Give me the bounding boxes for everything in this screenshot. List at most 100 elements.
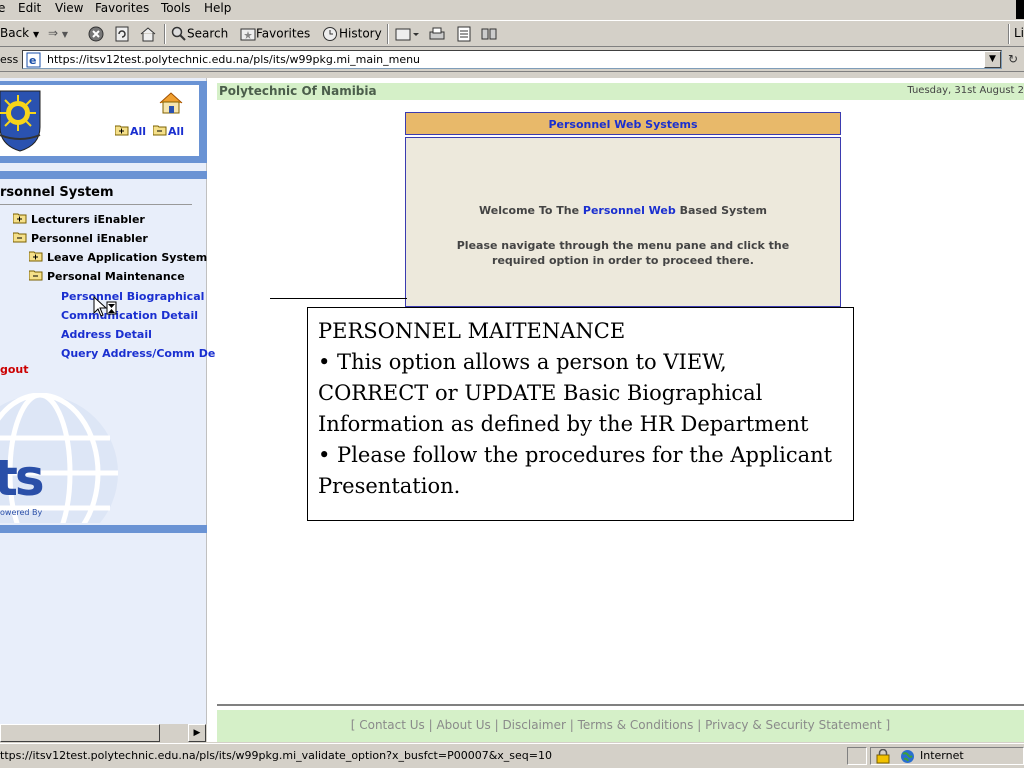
link-communication-detail[interactable]: Communication Detail [61,309,198,322]
stop-button[interactable] [88,26,104,42]
dropdown-arrow-icon: ▼ [61,30,69,39]
menu-edit[interactable]: Edit [18,1,41,15]
welcome-message: Welcome To The Personnel Web Based Syste… [406,204,840,217]
favorites-icon [240,28,256,41]
tree-label: Personnel iEnabler [31,232,148,245]
search-label: Search [187,26,229,41]
organization-name: Polytechnic Of Namibia [219,84,377,98]
status-url: ttps://itsv12test.polytechnic.edu.na/pls… [0,749,552,762]
menu-favorites[interactable]: Favorites [95,1,149,15]
window-corner [1016,0,1024,19]
welcome-prefix: Welcome To The [479,204,583,217]
tree-item-personal-maintenance[interactable]: Personal Maintenance [28,270,185,283]
callout-title: PERSONNEL MAITENANCE [318,319,626,343]
link-personnel-biographical[interactable]: Personnel Biographical [61,290,204,303]
callout-box: PERSONNEL MAITENANCE • This option allow… [307,307,854,521]
forward-arrow-icon: ⇒ [48,26,59,40]
link-query-address-comm[interactable]: Query Address/Comm De [61,347,215,360]
chevron-down-icon: ▼ [989,54,996,64]
current-date: Tuesday, 31st August 2 [907,85,1024,96]
footer-links[interactable]: [ Contact Us | About Us | Disclaimer | T… [217,718,1024,732]
history-label: History [339,26,382,41]
expand-all-button[interactable]: All [114,125,146,138]
tree-label: Personal Maintenance [47,270,185,283]
callout-pointer-line [270,298,407,299]
edit-button[interactable] [456,26,472,42]
home-icon[interactable] [158,91,184,115]
svg-text:e: e [29,54,36,67]
tree-label: Leave Application System [47,251,208,264]
home-icon [140,27,156,42]
refresh-icon [115,26,129,42]
mail-icon [395,28,419,41]
scrollbar-thumb[interactable] [0,724,160,742]
links-button[interactable]: Li [1014,26,1024,40]
folder-plus-icon [114,125,129,136]
history-icon [323,27,337,41]
footer-divider [217,704,1024,706]
menu-help[interactable]: Help [204,1,231,15]
menu-view[interactable]: View [55,1,83,15]
back-label: Back [0,26,30,40]
header-bar: Polytechnic Of Namibia Tuesday, 31st Aug… [217,83,1024,100]
status-panel [847,747,867,765]
home-button[interactable] [139,26,157,42]
footer: [ Contact Us | About Us | Disclaimer | T… [217,710,1024,742]
favorites-button[interactable]: Favorites [240,26,310,42]
search-button[interactable]: Search [171,26,228,42]
folder-minus-icon [152,125,167,136]
menu-tools[interactable]: Tools [161,1,191,15]
address-bar: ess e https://itsv12test.polytechnic.edu… [0,48,1024,72]
lock-icon [876,749,890,764]
folder-plus-icon [28,251,43,262]
page-content: All All rsonnel System Lecturers iEnable… [0,78,1024,742]
dropdown-arrow-icon[interactable]: ▼ [33,30,39,39]
address-url[interactable]: https://itsv12test.polytechnic.edu.na/pl… [47,53,420,66]
print-button[interactable] [428,26,446,42]
search-icon [171,26,186,41]
status-bar: ttps://itsv12test.polytechnic.edu.na/pls… [0,743,1024,768]
toolbar-separator [387,24,389,44]
logout-link[interactable]: gout [0,363,29,376]
its-logo: ts owered By [0,393,207,523]
tree-item-personnel-ienabler[interactable]: Personnel iEnabler [12,232,148,245]
tree-item-lecturers-ienabler[interactable]: Lecturers iEnabler [12,213,145,226]
its-logo-text: ts [0,449,45,507]
navigation-pane: All All rsonnel System Lecturers iEnable… [0,78,215,742]
collapse-all-label: All [168,125,185,138]
stop-icon [88,26,104,42]
address-dropdown-button[interactable]: ▼ [984,51,1001,68]
discuss-icon [481,28,497,40]
panel-title: Personnel Web Systems [548,118,698,131]
address-label: ess [0,53,19,66]
address-field[interactable]: e https://itsv12test.polytechnic.edu.na/… [22,50,1002,69]
folder-plus-icon [12,213,27,224]
link-address-detail[interactable]: Address Detail [61,328,152,341]
refresh-button[interactable] [114,26,130,42]
divider-bar [0,171,207,179]
mouse-cursor-icon [93,296,117,317]
mail-button[interactable] [395,26,421,42]
history-button[interactable]: History [321,26,382,42]
forward-button[interactable]: ⇒ ▼ [48,26,68,40]
horizontal-scrollbar[interactable]: ▶ [0,724,207,742]
callout-bullet: • This option allows a person to VIEW, C… [318,350,809,436]
favorites-label: Favorites [256,26,311,41]
welcome-panel: Welcome To The Personnel Web Based Syste… [405,137,841,307]
toolbar-separator [164,24,166,44]
collapse-all-button[interactable]: All [152,125,185,138]
print-icon [429,27,445,40]
internet-zone-icon [901,750,914,763]
welcome-highlight: Personnel Web [582,204,676,217]
folder-open-icon [12,232,27,243]
menu-file[interactable]: e [0,1,5,15]
go-button[interactable]: ↻ [1008,52,1018,66]
back-button[interactable]: Back ▼ [0,26,39,40]
edit-page-icon [457,26,471,42]
scroll-right-button[interactable]: ▶ [188,724,206,742]
powered-by-text: owered By [0,508,43,517]
tree-item-leave-application[interactable]: Leave Application System [28,251,208,264]
tree-label: Lecturers iEnabler [31,213,145,226]
discuss-button[interactable] [480,26,498,42]
go-arrow-icon: ↻ [1008,52,1019,66]
